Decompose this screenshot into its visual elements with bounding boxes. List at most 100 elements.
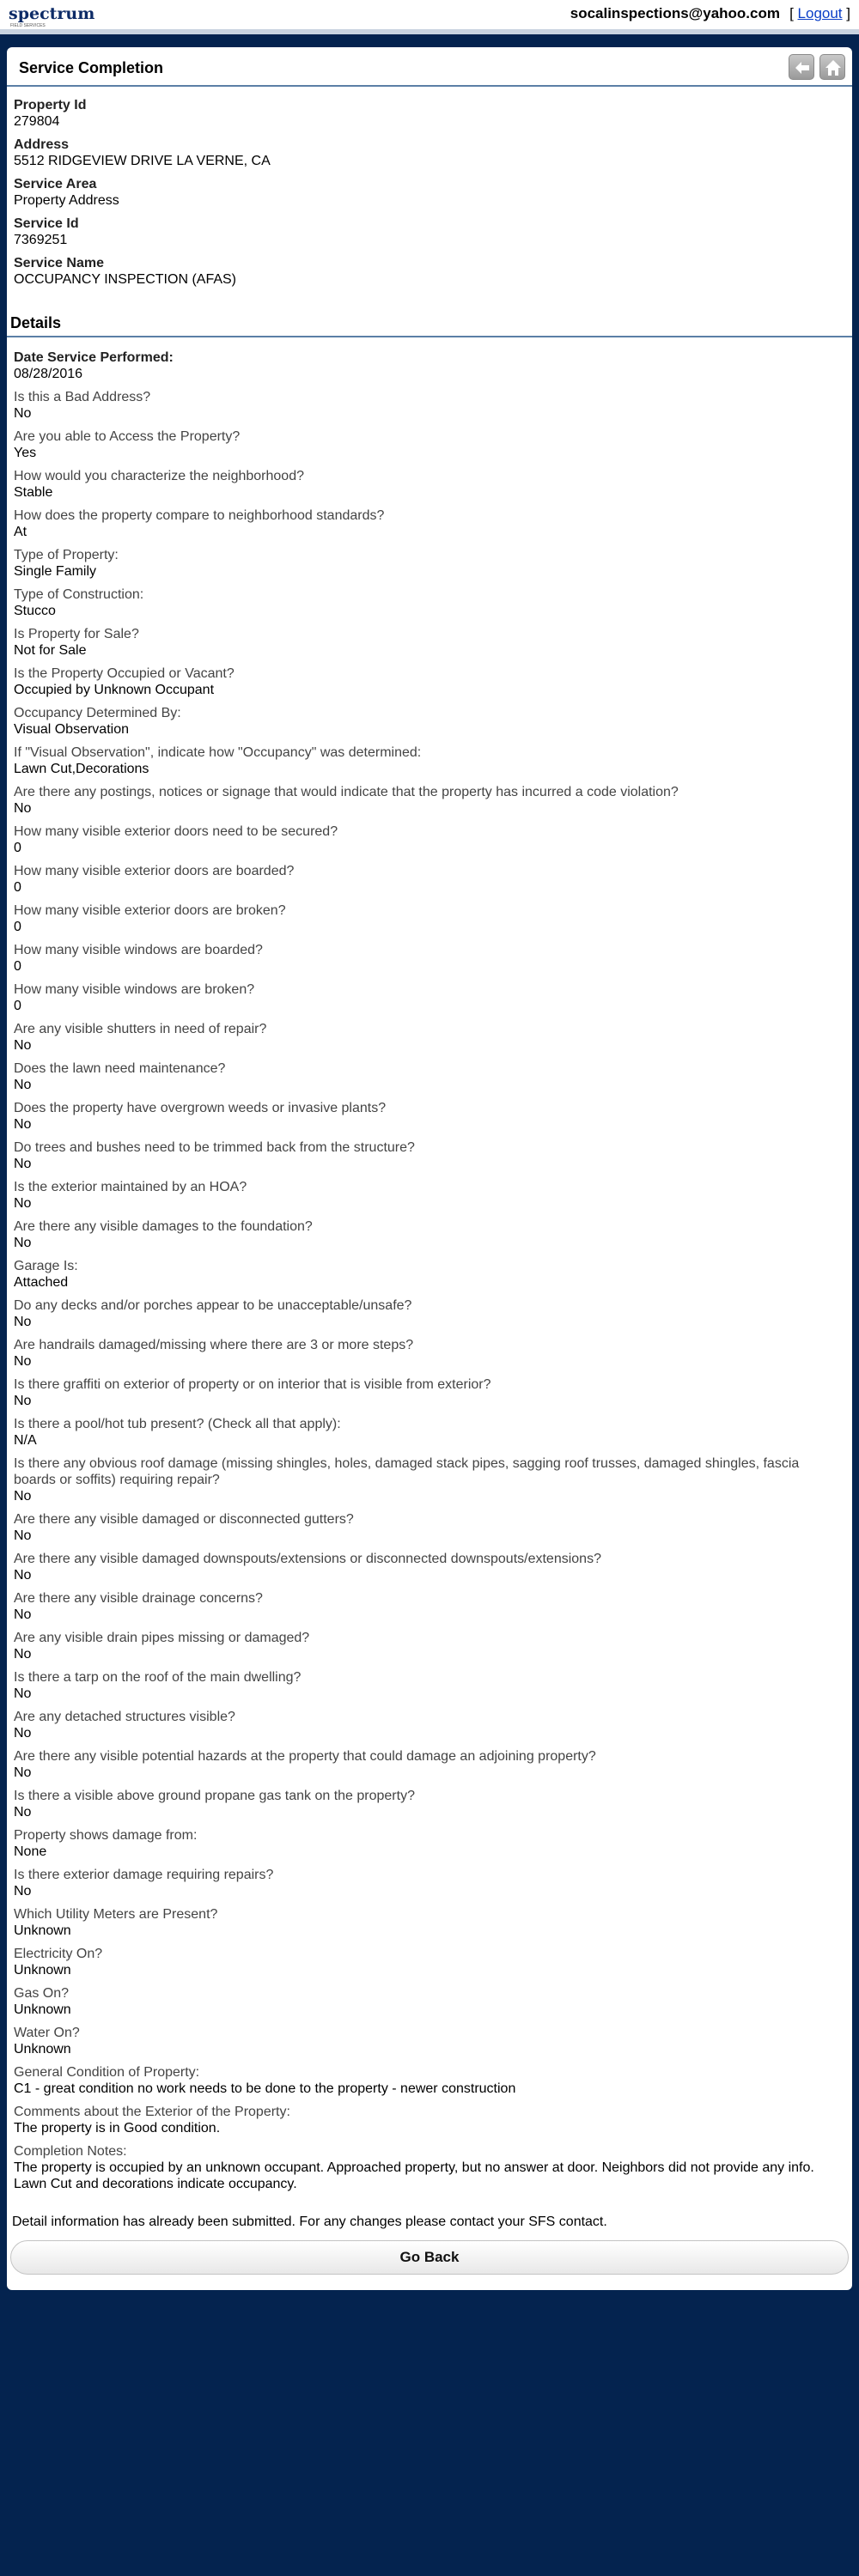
detail-field-label: Comments about the Exterior of the Prope…: [14, 2105, 290, 2119]
spectrum-logo[interactable]: spectrum FIELD SERVICES: [9, 4, 95, 30]
logout-bracket-open: [: [789, 5, 794, 21]
detail-field-label: Are there any visible potential hazards …: [14, 1749, 596, 1764]
detail-field: How many visible exterior doors need to …: [14, 823, 838, 856]
detail-field-label: General Condition of Property:: [14, 2065, 200, 2080]
detail-field-value: Unknown: [14, 1963, 71, 1978]
detail-field: Are there any visible damaged downspouts…: [14, 1551, 838, 1583]
detail-field: Are any visible shutters in need of repa…: [14, 1021, 838, 1054]
detail-field-value: Unknown: [14, 1923, 71, 1938]
detail-field-label: Is there any obvious roof damage (missin…: [14, 1456, 800, 1487]
summary-field-label: Address: [14, 137, 70, 152]
detail-field: Type of Property: Single Family: [14, 547, 838, 580]
detail-field: Is there exterior damage requiring repai…: [14, 1867, 838, 1899]
details-divider: [7, 336, 852, 337]
detail-field-value: The property is occupied by an unknown o…: [14, 2160, 814, 2191]
detail-field-label: Are there any visible damaged or disconn…: [14, 1512, 354, 1527]
detail-field-label: Completion Notes:: [14, 2144, 127, 2159]
detail-field: Electricity On? Unknown: [14, 1946, 838, 1978]
detail-field-label: Are any detached structures visible?: [14, 1710, 235, 1724]
top-bar: spectrum FIELD SERVICES socalinspections…: [0, 0, 859, 34]
detail-field-label: Do any decks and/or porches appear to be…: [14, 1298, 412, 1313]
logout-wrapper: [ Logout ]: [789, 5, 850, 22]
detail-field: Are there any visible damages to the fou…: [14, 1218, 838, 1251]
detail-field: Is there a pool/hot tub present? (Check …: [14, 1416, 838, 1449]
detail-field-label: Is this a Bad Address?: [14, 390, 151, 404]
summary-field: Service Name OCCUPANCY INSPECTION (AFAS): [14, 255, 838, 288]
detail-field-value: 08/28/2016: [14, 367, 83, 381]
detail-field-value: Unknown: [14, 2042, 71, 2057]
detail-field-value: Visual Observation: [14, 722, 129, 737]
summary-field-value: 7369251: [14, 233, 68, 247]
detail-field: Does the property have overgrown weeds o…: [14, 1100, 838, 1133]
details-heading: Details: [10, 314, 62, 331]
detail-field: Are you able to Access the Property? Yes: [14, 428, 838, 461]
detail-field-value: No: [14, 1647, 32, 1662]
detail-field-value: 0: [14, 959, 21, 974]
detail-field: Are handrails damaged/missing where ther…: [14, 1337, 838, 1370]
detail-field: Are there any visible potential hazards …: [14, 1748, 838, 1781]
logout-bracket-close: ]: [846, 5, 850, 21]
detail-field: How does the property compare to neighbo…: [14, 507, 838, 540]
detail-field-label: How many visible exterior doors are brok…: [14, 903, 286, 918]
detail-field: Is there graffiti on exterior of propert…: [14, 1376, 838, 1409]
detail-field: Is there a tarp on the roof of the main …: [14, 1669, 838, 1702]
detail-field-value: Stucco: [14, 604, 56, 618]
detail-field-label: If "Visual Observation", indicate how "O…: [14, 745, 422, 760]
detail-field-value: No: [14, 1157, 32, 1171]
go-back-button[interactable]: Go Back: [10, 2240, 849, 2275]
detail-field: How many visible windows are boarded? 0: [14, 942, 838, 975]
detail-field-label: Are any visible drain pipes missing or d…: [14, 1631, 310, 1645]
detail-field-label: Are there any postings, notices or signa…: [14, 785, 679, 799]
logout-link[interactable]: Logout: [798, 5, 843, 21]
submitted-note: Detail information has already been subm…: [12, 2215, 607, 2229]
summary-field-label: Property Id: [14, 98, 87, 112]
detail-field-label: Type of Construction:: [14, 587, 144, 602]
detail-field-label: How many visible exterior doors need to …: [14, 824, 338, 839]
detail-field: How many visible windows are broken? 0: [14, 981, 838, 1014]
detail-field: How many visible exterior doors are brok…: [14, 902, 838, 935]
detail-field-label: Are there any visible damaged downspouts…: [14, 1552, 601, 1566]
detail-field: Is Property for Sale? Not for Sale: [14, 626, 838, 659]
summary-field: Address 5512 RIDGEVIEW DRIVE LA VERNE, CA: [14, 137, 838, 169]
back-button[interactable]: [789, 54, 814, 80]
detail-field-value: 0: [14, 920, 21, 934]
summary-field: Service Id 7369251: [14, 216, 838, 248]
detail-field-value: No: [14, 1686, 32, 1701]
detail-field: Is there a visible above ground propane …: [14, 1788, 838, 1820]
detail-field-value: 0: [14, 880, 21, 895]
detail-field: Does the lawn need maintenance? No: [14, 1060, 838, 1093]
detail-field-value: No: [14, 1884, 32, 1899]
detail-field-label: Electricity On?: [14, 1947, 103, 1961]
detail-field-label: Water On?: [14, 2026, 80, 2040]
detail-field-value: No: [14, 1315, 32, 1329]
detail-field: Is this a Bad Address? No: [14, 389, 838, 422]
detail-field-value: No: [14, 1196, 32, 1211]
detail-field-value: No: [14, 1236, 32, 1250]
detail-field: Completion Notes: The property is occupie…: [14, 2143, 838, 2192]
detail-field-label: Does the lawn need maintenance?: [14, 1061, 226, 1076]
detail-field-label: Are handrails damaged/missing where ther…: [14, 1338, 414, 1352]
detail-field-label: How many visible windows are boarded?: [14, 943, 263, 957]
detail-field: Do trees and bushes need to be trimmed b…: [14, 1139, 838, 1172]
detail-field-value: 0: [14, 841, 21, 855]
detail-field-value: No: [14, 1805, 32, 1820]
summary-field-value: 5512 RIDGEVIEW DRIVE LA VERNE, CA: [14, 154, 271, 168]
detail-field-label: Is there a tarp on the roof of the main …: [14, 1670, 302, 1685]
home-button[interactable]: [819, 54, 845, 80]
detail-field: Gas On? Unknown: [14, 1985, 838, 2018]
logo-text: spectrum: [9, 4, 95, 23]
detail-field-value: Lawn Cut,Decorations: [14, 762, 149, 776]
detail-field-value: No: [14, 1607, 32, 1622]
detail-field-value: No: [14, 1528, 32, 1543]
detail-field-value: No: [14, 1394, 32, 1408]
detail-field-value: No: [14, 1117, 32, 1132]
page-title: Service Completion: [19, 59, 164, 76]
home-icon: [825, 60, 841, 76]
detail-field-label: How would you characterize the neighborh…: [14, 469, 304, 483]
detail-field: How many visible exterior doors are boar…: [14, 863, 838, 896]
detail-field-label: Is Property for Sale?: [14, 627, 139, 641]
detail-field-value: No: [14, 1489, 32, 1504]
summary-field-label: Service Id: [14, 216, 79, 231]
detail-field-value: The property is in Good condition.: [14, 2121, 221, 2136]
logo-subtitle: FIELD SERVICES: [10, 23, 46, 28]
